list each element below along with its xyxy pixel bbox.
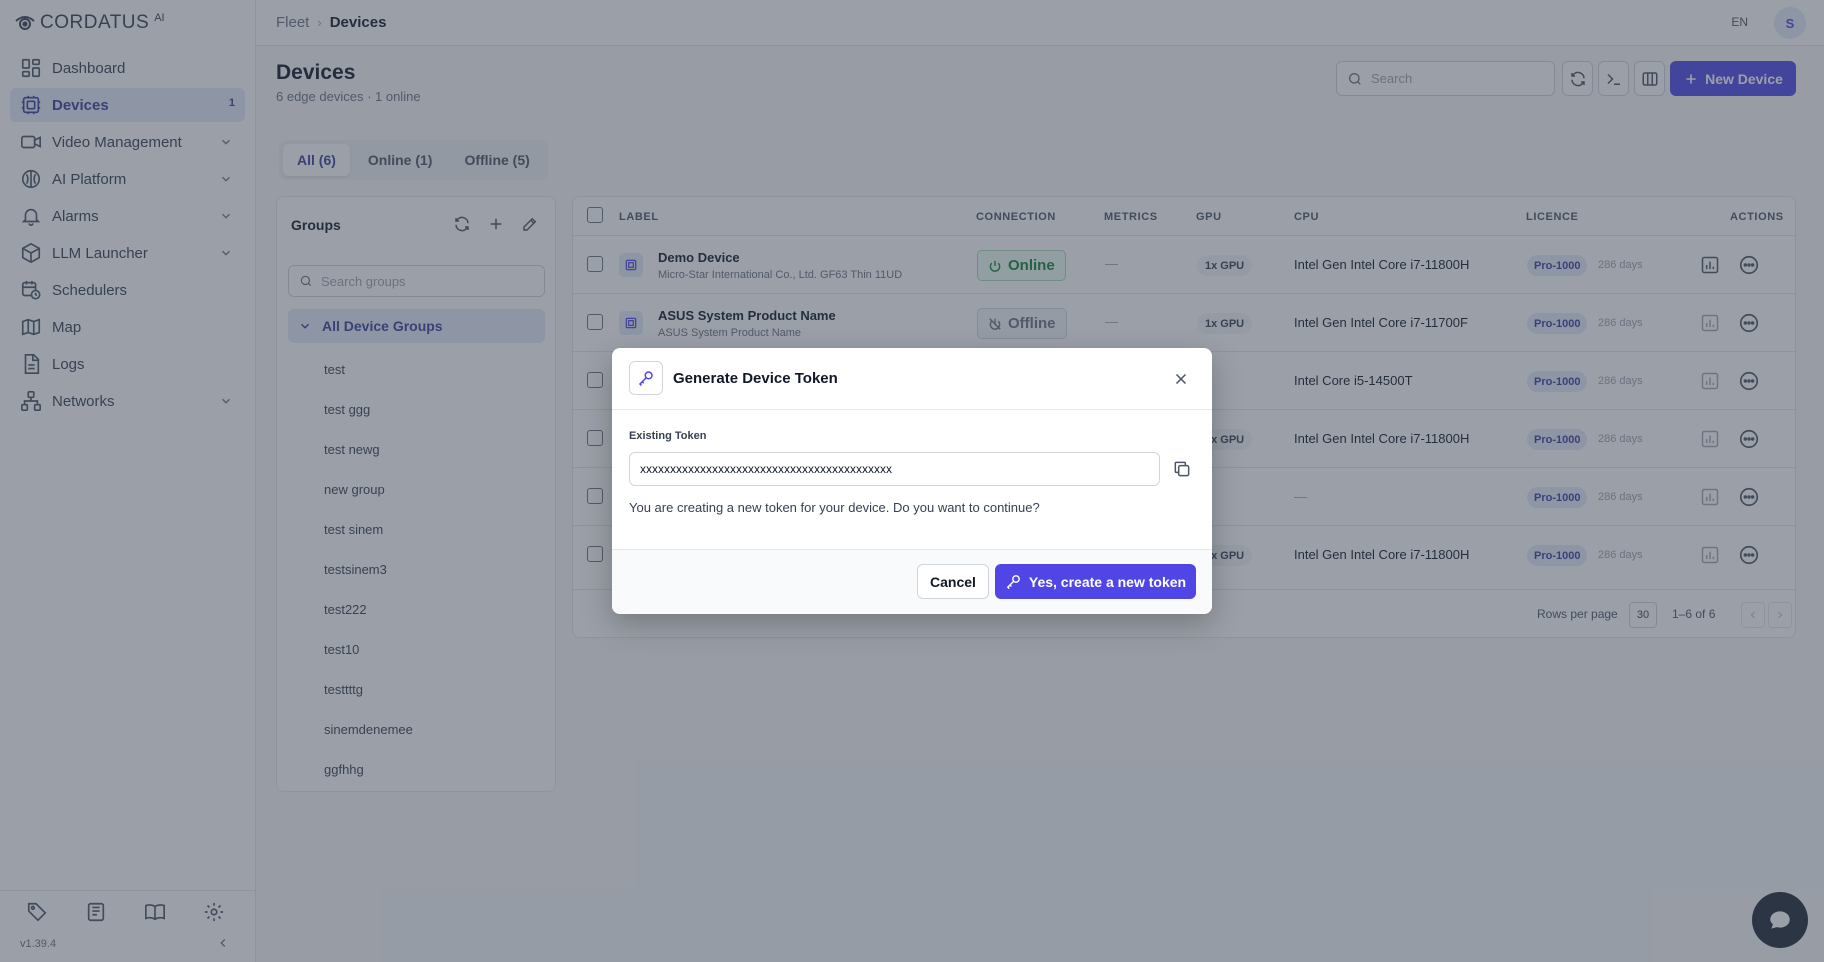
dialog-message: You are creating a new token for your de…: [629, 500, 1040, 515]
cancel-button[interactable]: Cancel: [917, 564, 989, 599]
create-token-button[interactable]: Yes, create a new token: [995, 564, 1196, 599]
key-icon: [629, 361, 663, 395]
copy-icon[interactable]: [1172, 459, 1192, 479]
dialog-footer: Cancel Yes, create a new token: [612, 549, 1212, 614]
existing-token-label: Existing Token: [629, 430, 707, 442]
close-icon[interactable]: [1172, 370, 1190, 388]
dialog-header: Generate Device Token: [612, 348, 1212, 410]
create-token-label: Yes, create a new token: [1028, 573, 1187, 590]
dialog-title: Generate Device Token: [673, 370, 838, 387]
key-icon: [1005, 573, 1022, 590]
generate-token-dialog: Generate Device Token Existing Token You…: [612, 348, 1212, 614]
token-input[interactable]: [640, 462, 1140, 476]
existing-token-field: [629, 452, 1160, 486]
